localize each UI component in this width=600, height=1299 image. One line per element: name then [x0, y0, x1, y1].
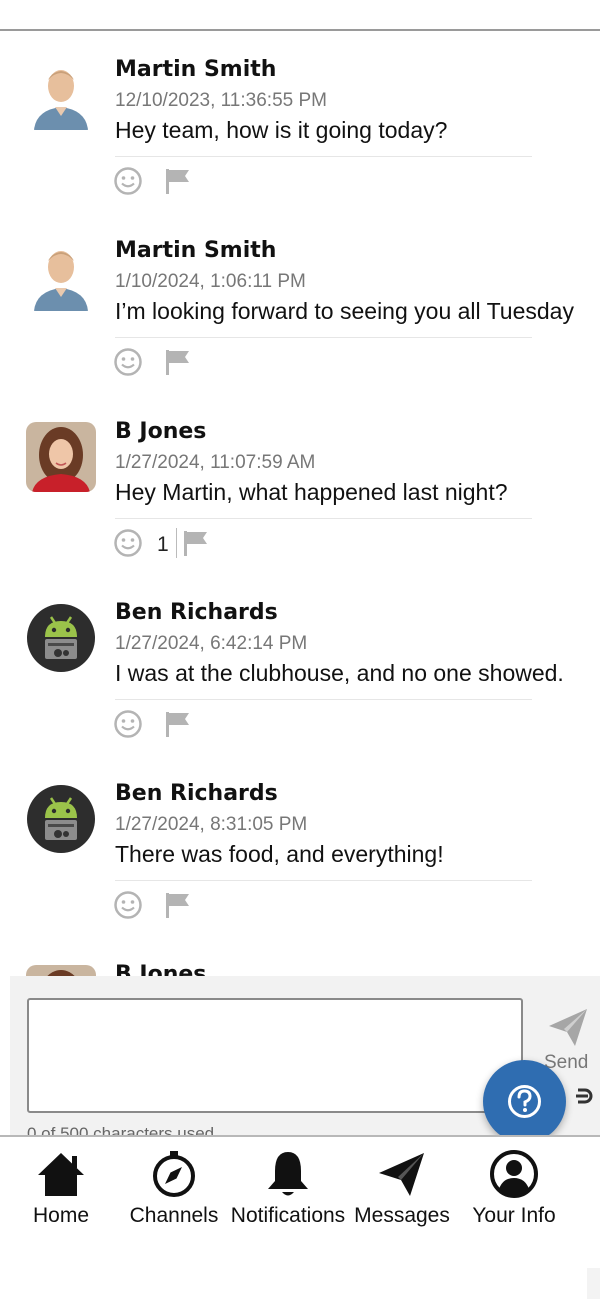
message-divider: [115, 156, 532, 157]
flag-icon: [166, 712, 189, 737]
nav-messages[interactable]: Messages: [353, 1149, 451, 1244]
smiley-icon: [114, 348, 142, 376]
message-author: Martin Smith: [115, 238, 277, 263]
message-author: Martin Smith: [115, 57, 277, 82]
avatar-martin-smith[interactable]: [26, 241, 96, 311]
house-icon: [38, 1153, 84, 1196]
message-item: B Jones 1/27/2024, 11:07:59 AM Hey Marti…: [0, 393, 600, 574]
paper-plane-icon: [379, 1153, 424, 1196]
flag-button[interactable]: [163, 709, 193, 739]
react-button[interactable]: [113, 890, 143, 920]
avatar-b-jones[interactable]: [26, 422, 96, 492]
message-text: There was food, and everything!: [115, 841, 444, 867]
react-button[interactable]: [113, 347, 143, 377]
message-text: Hey Martin, what happened last night?: [115, 479, 508, 505]
flag-button[interactable]: [163, 890, 193, 920]
smiley-icon: [114, 710, 142, 738]
message-timestamp: 1/10/2024, 1:06:11 PM: [115, 271, 306, 292]
message-timestamp: 1/27/2024, 11:07:59 AM: [115, 452, 316, 473]
scroll-edge: [587, 1268, 600, 1299]
message-input[interactable]: [27, 998, 523, 1113]
flag-button[interactable]: [163, 347, 193, 377]
message-divider: [115, 699, 532, 700]
message-divider: [115, 880, 532, 881]
message-timestamp: 12/10/2023, 11:36:55 PM: [115, 90, 327, 111]
avatar-martin-smith[interactable]: [26, 60, 96, 130]
bottom-navigation: Home Channels Notifications Messages You…: [0, 1137, 600, 1247]
nav-home[interactable]: Home: [20, 1149, 102, 1244]
avatar-ben-richards[interactable]: [26, 784, 96, 854]
message-text: I’m looking forward to seeing you all Tu…: [115, 298, 574, 324]
react-button[interactable]: [113, 166, 143, 196]
android-robot-icon: [27, 785, 95, 853]
paper-plane-icon: [549, 1009, 587, 1046]
bell-icon: [268, 1152, 308, 1196]
flag-button[interactable]: [163, 166, 193, 196]
message-timestamp: 1/27/2024, 8:31:05 PM: [115, 814, 308, 835]
message-divider: [115, 518, 532, 519]
character-counter: 0 of 500 characters used: [27, 1124, 215, 1135]
message-timestamp: 1/27/2024, 6:42:14 PM: [115, 633, 308, 654]
react-button[interactable]: [113, 528, 143, 558]
nav-notifications[interactable]: Notifications: [227, 1149, 349, 1244]
nav-messages-label: Messages: [354, 1204, 450, 1227]
flag-icon: [184, 531, 207, 556]
nav-channels-label: Channels: [129, 1204, 219, 1227]
smiley-icon: [114, 167, 142, 195]
message-feed[interactable]: Martin Smith 12/10/2023, 11:36:55 PM Hey…: [0, 31, 600, 976]
react-button[interactable]: [113, 709, 143, 739]
message-text: Hey team, how is it going today?: [115, 117, 448, 143]
message-item: Martin Smith 12/10/2023, 11:36:55 PM Hey…: [0, 31, 600, 212]
nav-channels[interactable]: Channels: [129, 1149, 219, 1244]
message-author: B Jones: [115, 962, 207, 976]
smiley-icon: [114, 529, 142, 557]
message-divider: [115, 337, 532, 338]
avatar-b-jones[interactable]: [26, 965, 96, 976]
flag-button[interactable]: [181, 528, 211, 558]
flag-icon: [166, 893, 189, 918]
user-circle-icon: [490, 1150, 538, 1198]
nav-notifications-label: Notifications: [230, 1204, 346, 1227]
message-author: Ben Richards: [115, 600, 278, 625]
android-robot-icon: [27, 604, 95, 672]
message-author: Ben Richards: [115, 781, 278, 806]
message-item: B Jones: [0, 936, 600, 976]
message-text: I was at the clubhouse, and no one showe…: [115, 660, 564, 686]
compass-icon: [153, 1151, 195, 1197]
message-author: B Jones: [115, 419, 207, 444]
reaction-separator: [176, 528, 177, 558]
avatar-ben-richards[interactable]: [26, 603, 96, 673]
message-item: Ben Richards 1/27/2024, 6:42:14 PM I was…: [0, 574, 600, 755]
message-item: Ben Richards 1/27/2024, 8:31:05 PM There…: [0, 755, 600, 936]
smiley-icon: [114, 891, 142, 919]
nav-your-info-label: Your Info: [472, 1204, 556, 1227]
reaction-count: 1: [157, 533, 169, 556]
question-circle-icon: [508, 1085, 541, 1118]
nav-your-info[interactable]: Your Info: [466, 1149, 562, 1244]
flag-icon: [166, 169, 189, 194]
message-item: Martin Smith 1/10/2024, 1:06:11 PM I’m l…: [0, 212, 600, 393]
help-button[interactable]: [483, 1060, 566, 1143]
flag-icon: [166, 350, 189, 375]
nav-home-label: Home: [32, 1204, 90, 1227]
